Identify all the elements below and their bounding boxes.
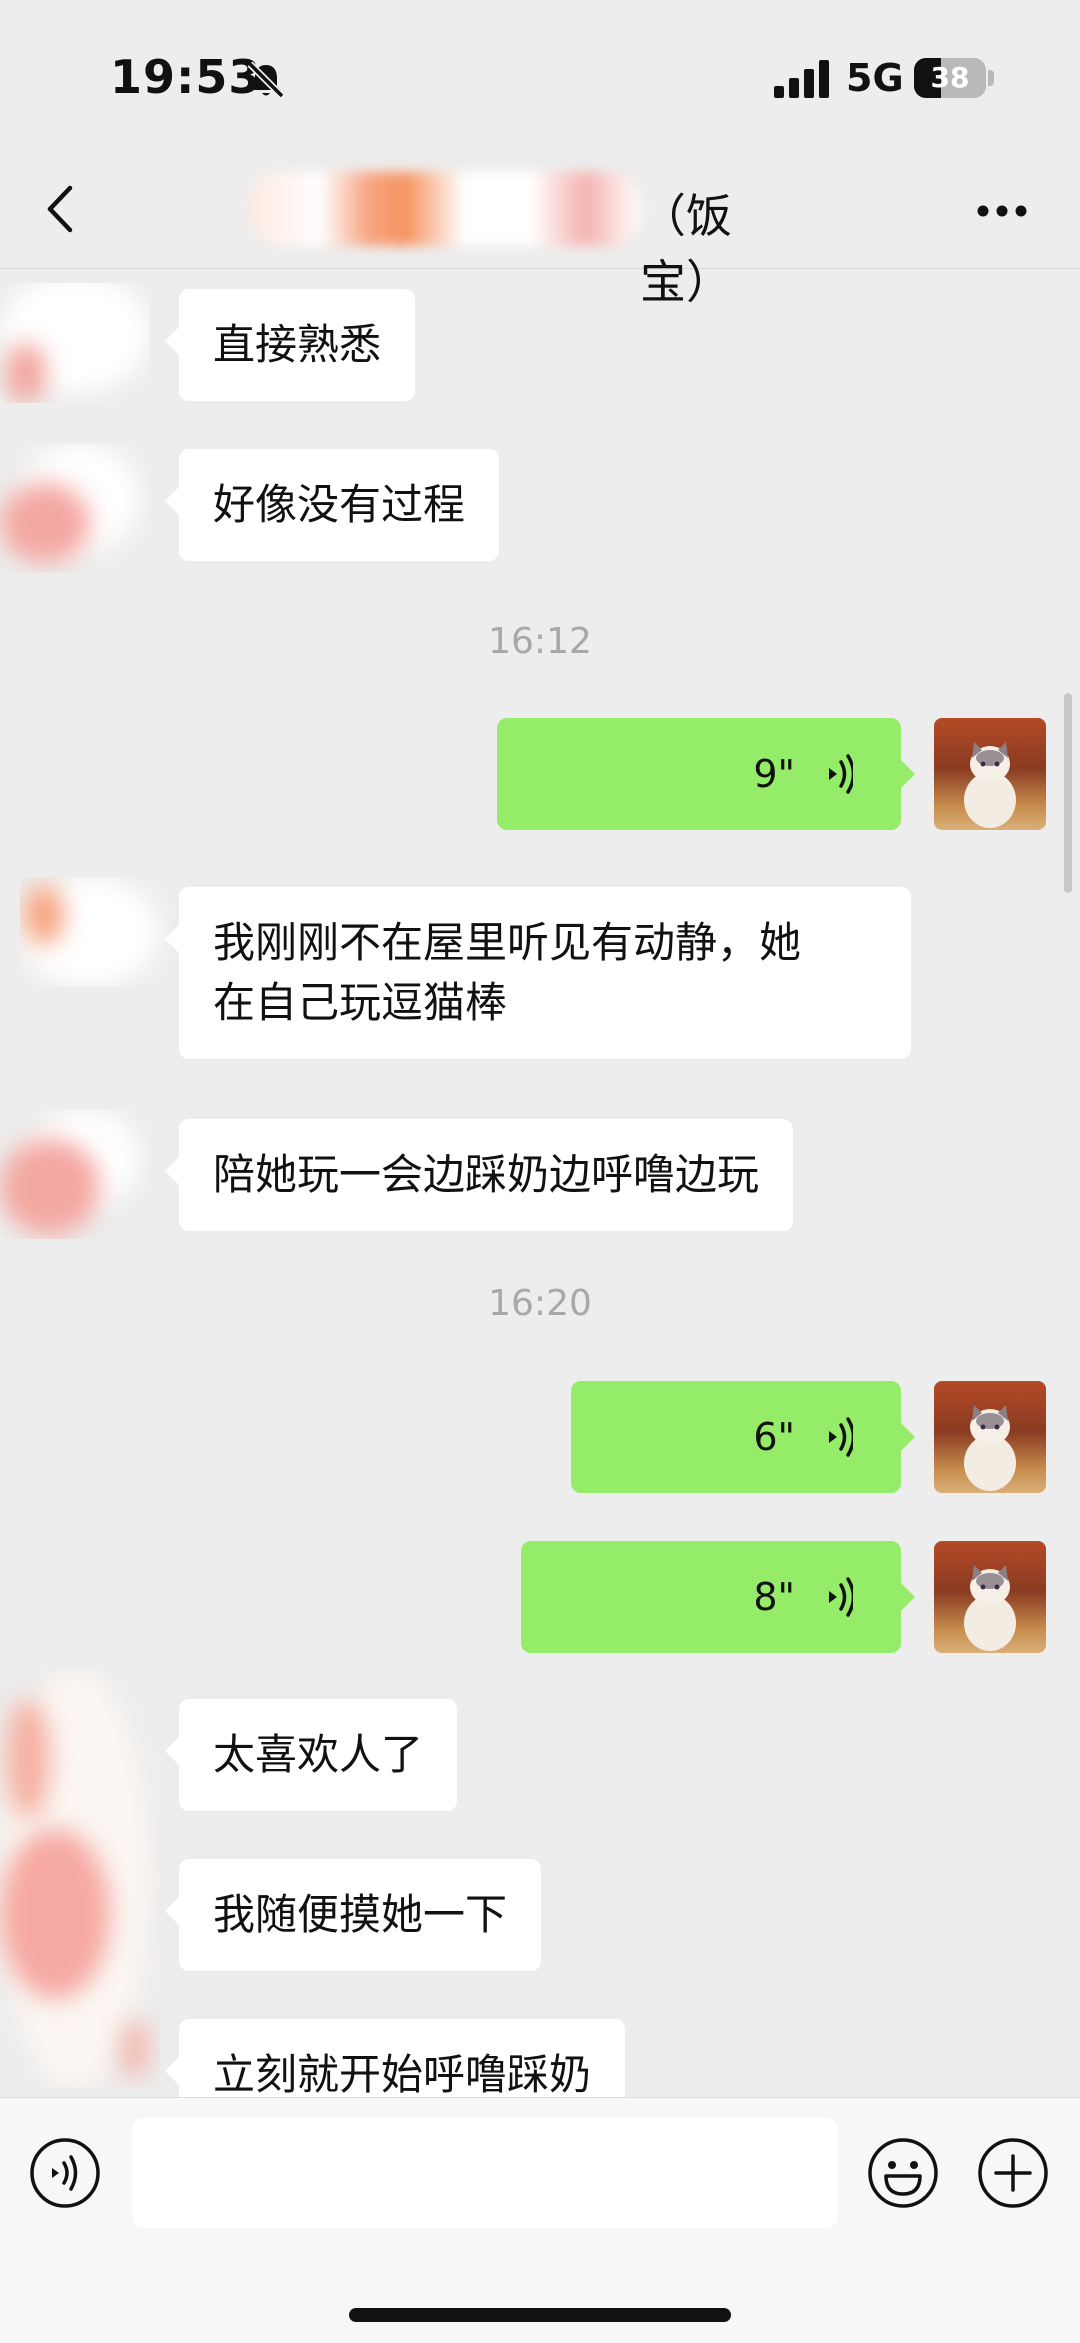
voice-message-bubble[interactable]: 8": [521, 1541, 915, 1653]
more-dots-icon[interactable]: [976, 204, 1028, 218]
message-row-outgoing: 6": [0, 1381, 1080, 1495]
message-bubble[interactable]: 我随便摸她一下: [164, 1859, 542, 1971]
sender-avatar[interactable]: [0, 443, 150, 573]
battery-percent: 38: [930, 61, 970, 94]
my-avatar[interactable]: [934, 718, 1046, 830]
voice-duration: 9": [753, 752, 795, 796]
message-bubble[interactable]: 立刻就开始呼噜踩奶: [164, 2019, 626, 2097]
home-indicator[interactable]: [349, 2308, 731, 2322]
plus-icon[interactable]: [976, 2136, 1050, 2210]
status-bar: 19:53 5G 38: [0, 0, 1080, 150]
message-row-outgoing: 8": [0, 1541, 1080, 1655]
message-input[interactable]: [132, 2118, 838, 2228]
cat-photo: [964, 1405, 1016, 1491]
message-bubble[interactable]: 好像没有过程: [164, 449, 500, 561]
sender-avatar[interactable]: [0, 1109, 150, 1239]
sender-avatar[interactable]: [0, 283, 150, 403]
input-bar: [0, 2097, 1080, 2343]
voice-message-bubble[interactable]: 9": [497, 718, 915, 830]
voice-duration: 6": [753, 1415, 795, 1459]
battery-cap: [988, 70, 994, 86]
sender-avatar[interactable]: [0, 1669, 160, 2089]
bell-muted-icon: [247, 61, 285, 99]
voice-wave-icon: [829, 1577, 853, 1617]
message-row-outgoing: 9": [0, 718, 1080, 832]
message-bubble[interactable]: 太喜欢人了: [164, 1699, 458, 1811]
signal-icon: [774, 60, 829, 98]
message-bubble[interactable]: 我刚刚不在屋里听见有动静，她 在自己玩逗猫棒: [165, 887, 911, 1059]
voice-input-icon[interactable]: [28, 2136, 102, 2210]
timestamp: 16:12: [488, 621, 592, 662]
emoji-icon[interactable]: [866, 2136, 940, 2210]
my-avatar[interactable]: [934, 1541, 1046, 1653]
nav-bar: （饭宝）: [0, 150, 1080, 309]
message-bubble[interactable]: 陪她玩一会边踩奶边呼噜边玩: [164, 1119, 794, 1231]
my-avatar[interactable]: [934, 1381, 1046, 1493]
cat-photo: [964, 1565, 1016, 1651]
timestamp: 16:20: [488, 1283, 592, 1324]
network-type: 5G: [846, 56, 904, 100]
sender-avatar[interactable]: [20, 877, 170, 987]
title-redaction: [250, 172, 640, 246]
message-bubble[interactable]: 直接熟悉: [164, 289, 416, 401]
voice-wave-icon: [829, 754, 853, 794]
message-list[interactable]: 直接熟悉 好像没有过程 16:12 9" 我刚刚不在屋里听见有动静，她 在自己玩…: [0, 269, 1080, 2097]
scrollbar-thumb[interactable]: [1064, 693, 1072, 893]
voice-wave-icon: [829, 1417, 853, 1457]
voice-message-bubble[interactable]: 6": [571, 1381, 915, 1493]
battery-icon: 38: [914, 58, 986, 98]
chat-title: （饭宝）: [250, 172, 790, 309]
voice-duration: 8": [753, 1575, 795, 1619]
status-time: 19:53: [110, 50, 262, 104]
cat-photo: [964, 742, 1016, 828]
back-arrow-icon[interactable]: [40, 184, 80, 234]
